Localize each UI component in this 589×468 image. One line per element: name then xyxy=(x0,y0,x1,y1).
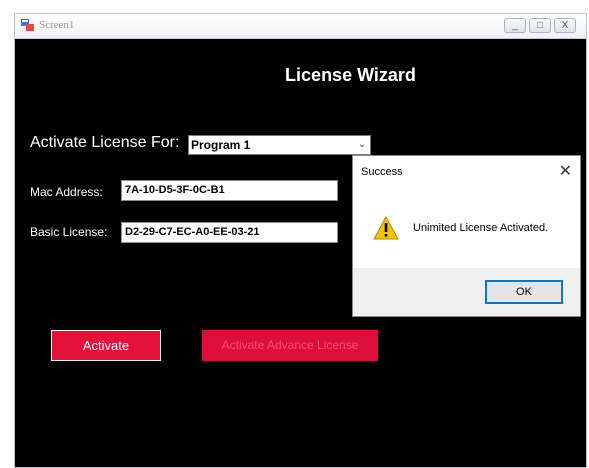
close-icon[interactable]: ✕ xyxy=(559,161,572,181)
close-button[interactable]: X xyxy=(554,18,576,33)
mac-address-field[interactable]: 7A-10-D5-3F-0C-B1 xyxy=(121,180,338,201)
activate-button[interactable]: Activate xyxy=(51,330,161,361)
chevron-down-icon[interactable]: ⌄ xyxy=(354,136,370,154)
basic-license-label: Basic License: xyxy=(30,225,108,239)
activate-for-label: Activate License For: xyxy=(30,134,180,151)
title-bar[interactable]: Screen1 _ □ X xyxy=(15,14,586,39)
mac-address-label: Mac Address: xyxy=(30,185,103,199)
dialog-footer: OK xyxy=(353,268,580,316)
warning-icon xyxy=(373,216,399,240)
program-select[interactable]: Program 1 ⌄ xyxy=(188,135,371,155)
success-dialog: Success ✕ Unimited License Activated. OK xyxy=(352,155,581,317)
program-select-value: Program 1 xyxy=(191,138,251,152)
app-icon xyxy=(21,19,34,31)
page-title: License Wizard xyxy=(285,65,416,85)
minimize-button[interactable]: _ xyxy=(504,18,526,33)
activate-advance-license-button[interactable]: Activate Advance License xyxy=(202,330,378,361)
ok-button[interactable]: OK xyxy=(485,280,563,304)
window-title: Screen1 xyxy=(39,19,75,31)
dialog-message: Unimited License Activated. xyxy=(413,222,549,234)
dialog-title: Success xyxy=(361,166,403,178)
maximize-button[interactable]: □ xyxy=(529,18,551,33)
basic-license-field[interactable]: D2-29-C7-EC-A0-EE-03-21 xyxy=(121,222,338,243)
